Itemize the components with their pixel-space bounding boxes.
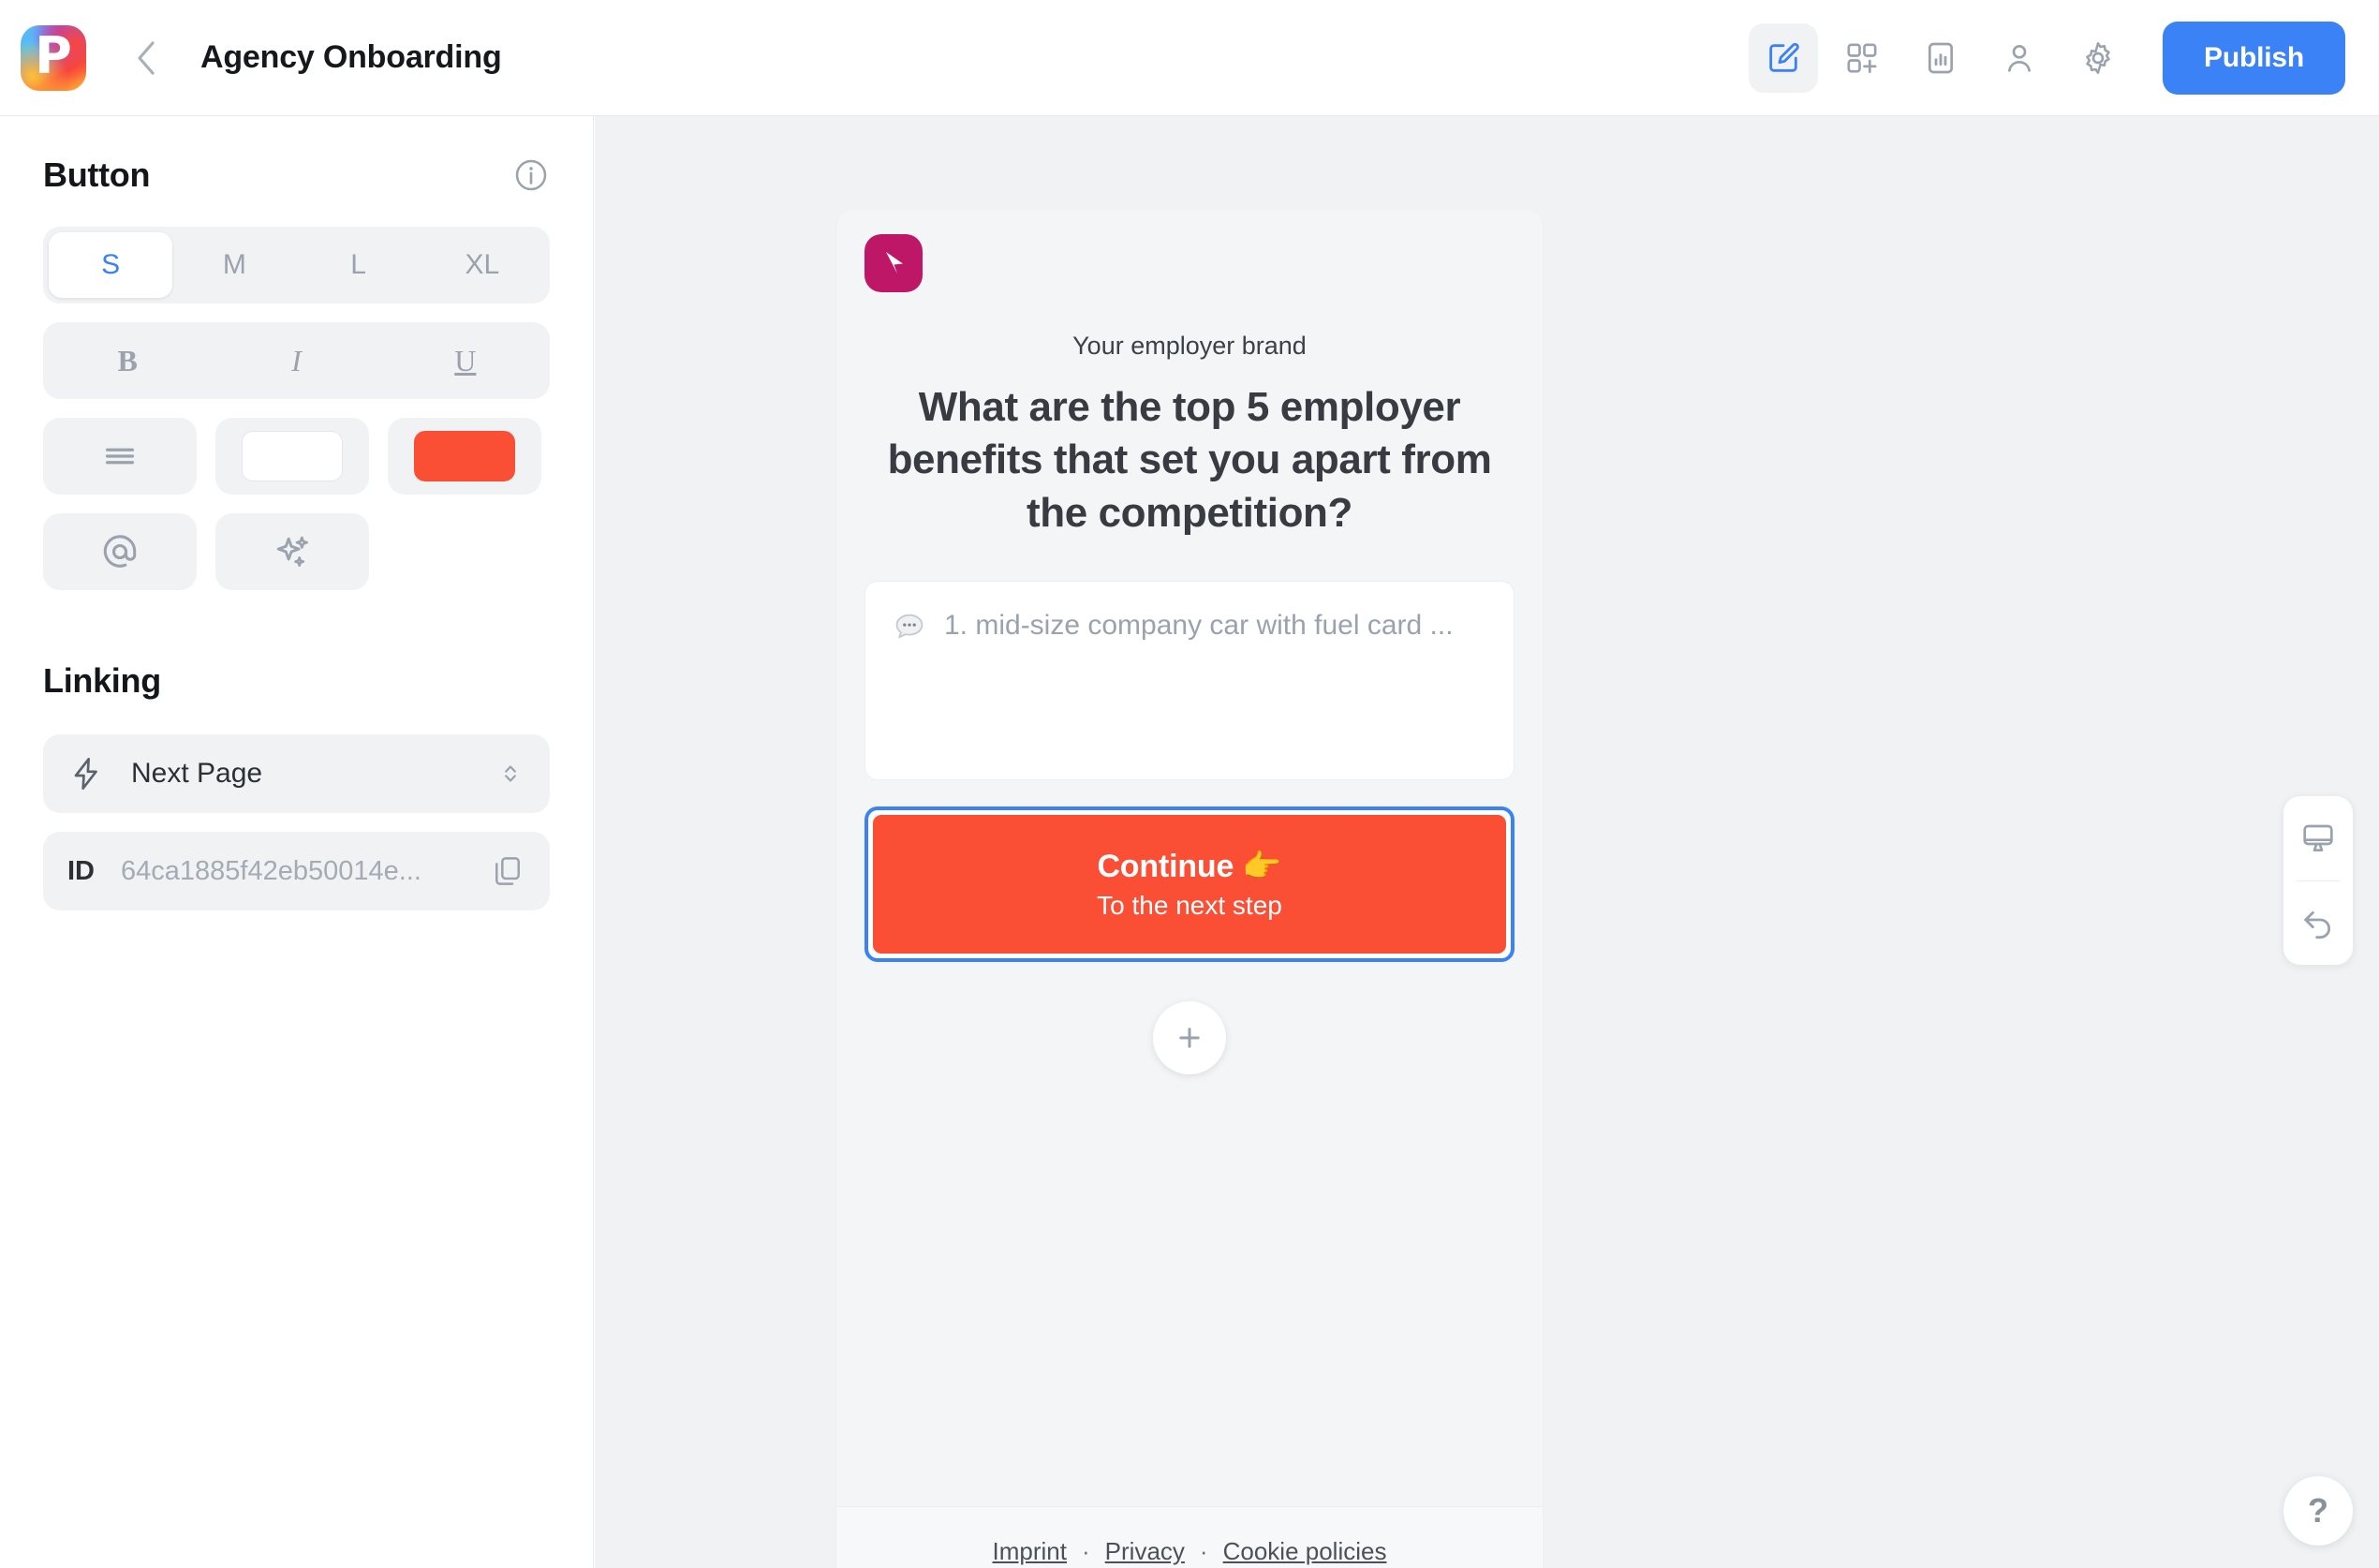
brand-tagline: Your employer brand — [1072, 332, 1307, 360]
add-block-button[interactable] — [1153, 1001, 1226, 1074]
speech-bubble-icon — [895, 614, 924, 639]
play-cursor-icon — [886, 252, 903, 274]
footer-separator-1: · — [1082, 1537, 1090, 1565]
style-tile-row-1 — [43, 418, 550, 495]
size-option-s[interactable]: S — [49, 232, 173, 298]
question-headline: What are the top 5 employer benefits tha… — [887, 384, 1492, 536]
size-option-xl[interactable]: XL — [421, 232, 544, 298]
text-color-button[interactable] — [215, 418, 369, 495]
size-segmented-control: S M L XL — [43, 227, 550, 303]
style-tile-row-2 — [43, 513, 550, 590]
publish-button[interactable]: Publish — [2163, 21, 2345, 95]
app-logo-letter: P — [35, 25, 72, 85]
editor-canvas: Your employer brand What are the top 5 e… — [595, 116, 2379, 1568]
mention-button[interactable] — [43, 513, 197, 590]
link-target-value: Next Page — [131, 758, 263, 789]
add-block-tool-button[interactable] — [1827, 23, 1897, 93]
canvas-float-toolbar — [2283, 796, 2353, 965]
link-target-select[interactable]: Next Page — [43, 734, 550, 813]
underline-button[interactable]: U — [381, 344, 550, 378]
account-tool-button[interactable] — [1985, 23, 2054, 93]
brand-play-logo — [864, 234, 923, 292]
analytics-tool-button[interactable] — [1906, 23, 1975, 93]
info-icon[interactable] — [512, 156, 550, 194]
plus-icon — [1179, 1028, 1200, 1048]
top-bar: P Agency Onboarding Publish — [0, 0, 2379, 116]
ai-magic-button[interactable] — [215, 513, 369, 590]
monitor-icon — [2303, 824, 2333, 851]
italic-button[interactable]: I — [212, 344, 380, 378]
element-id-field[interactable]: ID 64ca1885f42eb50014e... — [43, 832, 550, 910]
edit-tool-button[interactable] — [1749, 22, 1819, 93]
page-preview-card: Your employer brand What are the top 5 e… — [836, 210, 1543, 1568]
user-icon — [2008, 44, 2032, 72]
fill-color-button[interactable] — [388, 418, 541, 495]
lightning-icon — [74, 758, 97, 790]
text-format-control: B I U — [43, 322, 550, 399]
answer-textarea[interactable]: 1. mid-size company car with fuel card .… — [864, 580, 1515, 780]
page-title: Agency Onboarding — [200, 39, 502, 75]
chevron-updown-icon — [505, 765, 516, 782]
footer-separator-2: · — [1199, 1537, 1208, 1565]
fill-color-swatch — [414, 431, 515, 481]
app-logo: P — [21, 24, 86, 91]
page-footer: Imprint · Privacy · Cookie policies — [836, 1506, 1543, 1568]
copy-icon[interactable] — [490, 853, 525, 889]
chevron-left-icon — [138, 40, 155, 75]
footer-link-cookie-policies[interactable]: Cookie policies — [1223, 1537, 1387, 1566]
continue-button[interactable]: Continue 👉 To the next step — [873, 814, 1506, 954]
undo-button[interactable] — [2283, 881, 2353, 966]
back-button[interactable] — [127, 39, 165, 77]
text-color-swatch — [242, 431, 343, 481]
blocks-add-icon — [1847, 43, 1877, 73]
continue-button-subtitle: To the next step — [1097, 890, 1282, 920]
alignment-button[interactable] — [43, 418, 197, 495]
footer-link-imprint[interactable]: Imprint — [993, 1537, 1067, 1566]
element-id-label: ID — [67, 855, 95, 886]
bold-button[interactable]: B — [43, 344, 212, 378]
top-bar-actions: Publish — [1749, 21, 2379, 95]
help-button[interactable]: ? — [2283, 1476, 2353, 1546]
button-section-header: Button — [43, 116, 550, 195]
settings-tool-button[interactable] — [2063, 23, 2133, 93]
footer-link-privacy[interactable]: Privacy — [1105, 1537, 1185, 1566]
edit-icon — [1769, 42, 1799, 72]
magic-icon — [276, 536, 308, 568]
analytics-icon — [1928, 42, 1954, 73]
desktop-preview-button[interactable] — [2283, 796, 2353, 880]
undo-icon — [2304, 911, 2331, 939]
section-title: Button — [43, 155, 151, 194]
continue-button-label: Continue 👉 — [1097, 848, 1282, 884]
continue-button-selected-wrapper[interactable]: Continue 👉 To the next step — [864, 806, 1515, 962]
element-id-value: 64ca1885f42eb50014e... — [121, 855, 421, 886]
align-icon — [105, 448, 135, 465]
size-option-l[interactable]: L — [297, 232, 421, 298]
linking-section-title: Linking — [43, 661, 161, 700]
size-option-m[interactable]: M — [172, 232, 296, 298]
answer-placeholder-text: 1. mid-size company car with fuel card .… — [944, 609, 1454, 641]
gear-icon — [2086, 41, 2110, 74]
properties-sidebar: Button S M L XL B I U Linking Next Page … — [0, 116, 594, 1568]
mention-icon — [103, 535, 137, 568]
page-card-body: Your employer brand What are the top 5 e… — [836, 210, 1543, 1506]
